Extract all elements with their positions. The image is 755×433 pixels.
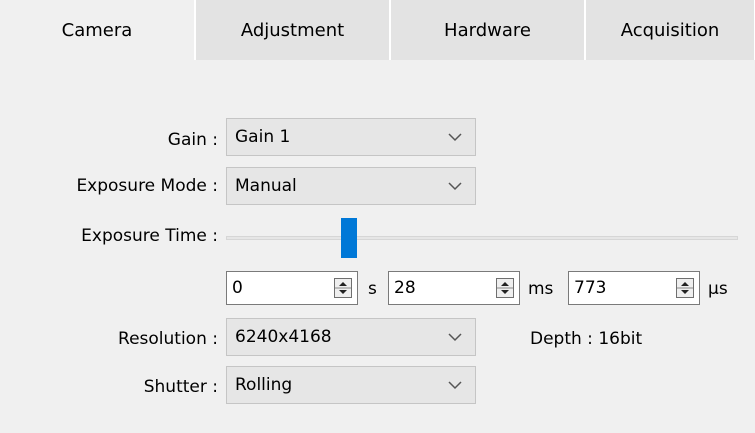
chevron-down-icon [448, 133, 462, 142]
tab-strip: Camera Adjustment Hardware Acquisition [0, 0, 755, 60]
exposure-time-slider-track[interactable] [226, 236, 738, 240]
exposure-microseconds-spinbox[interactable]: 773 [568, 271, 700, 305]
exposure-seconds-unit: s [368, 279, 377, 299]
resolution-dropdown[interactable]: 6240x4168 [226, 318, 476, 356]
depth-label: Depth : 16bit [530, 329, 643, 349]
chevron-down-icon [448, 333, 462, 342]
spinner-up-down-icon[interactable] [496, 278, 514, 298]
gain-dropdown[interactable]: Gain 1 [226, 118, 476, 156]
spinner-up-down-icon[interactable] [334, 278, 352, 298]
tab-hardware[interactable]: Hardware [391, 0, 585, 60]
exposure-milliseconds-spinbox[interactable]: 28 [388, 271, 520, 305]
exposure-mode-value: Manual [235, 176, 297, 196]
tab-camera[interactable]: Camera [0, 0, 195, 60]
exposure-milliseconds-unit: ms [528, 279, 554, 299]
exposure-time-label: Exposure Time : [81, 226, 218, 246]
spinner-up-down-icon[interactable] [676, 278, 694, 298]
exposure-time-slider-thumb[interactable] [341, 218, 357, 258]
chevron-down-icon [448, 182, 462, 191]
chevron-down-icon [448, 381, 462, 390]
exposure-microseconds-unit: µs [708, 279, 728, 299]
shutter-label: Shutter : [143, 377, 218, 397]
exposure-microseconds-value: 773 [574, 278, 607, 298]
shutter-dropdown[interactable]: Rolling [226, 366, 476, 404]
exposure-seconds-spinbox[interactable]: 0 [226, 271, 358, 305]
exposure-mode-dropdown[interactable]: Manual [226, 167, 476, 205]
gain-value: Gain 1 [235, 127, 291, 147]
resolution-label: Resolution : [118, 329, 218, 349]
tab-adjustment[interactable]: Adjustment [196, 0, 390, 60]
exposure-milliseconds-value: 28 [394, 278, 416, 298]
exposure-seconds-value: 0 [232, 278, 243, 298]
shutter-value: Rolling [235, 375, 293, 395]
gain-label: Gain : [167, 130, 218, 150]
tab-acquisition[interactable]: Acquisition [586, 0, 755, 60]
exposure-mode-label: Exposure Mode : [76, 176, 218, 196]
resolution-value: 6240x4168 [235, 327, 332, 347]
